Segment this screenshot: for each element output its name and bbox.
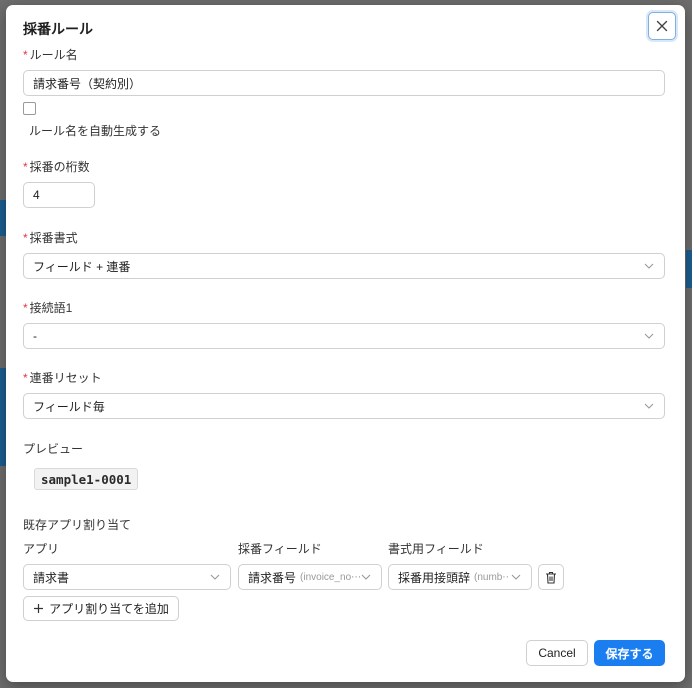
required-mark: * [23,48,28,62]
digits-value: 4 [33,188,40,202]
assignments-section-label: 既存アプリ割り当て [23,518,132,532]
reset-select[interactable]: フィールド毎 [23,393,665,419]
auto-generate-label: ルール名を自動生成する [29,124,162,138]
format-label: * 採番書式 [23,231,78,245]
delete-assignment-button[interactable] [538,564,564,590]
required-mark: * [23,231,28,245]
required-mark: * [23,301,28,315]
digits-label: * 採番の桁数 [23,160,90,174]
format-field-value: 採番用接頭辞 (numb⋯ [398,570,510,585]
connector-label: * 接続語1 [23,301,73,315]
save-button[interactable]: 保存する [594,640,665,666]
rule-name-label: * ルール名 [23,48,78,62]
numbering-field-select[interactable]: 請求番号 (invoice_no⋯ [238,564,382,590]
add-assignment-button[interactable]: アプリ割り当てを追加 [23,596,179,621]
chevron-down-icon [644,263,654,269]
format-field-column-header: 書式用フィールド [388,542,484,556]
auto-generate-checkbox[interactable] [23,102,36,115]
chevron-down-icon [361,574,371,580]
close-icon [656,20,668,32]
required-mark: * [23,371,28,385]
preview-code: sample1-0001 [34,468,139,490]
connector-select[interactable]: - [23,323,665,349]
reset-label: * 連番リセット [23,371,102,385]
reset-value: フィールド毎 [33,399,105,414]
chevron-down-icon [644,403,654,409]
trash-icon [546,571,556,584]
app-value: 請求書 [33,570,70,585]
numbering-rule-dialog: 採番ルール * ルール名 請求番号（契約別） ルール名を自動生成する * 採番の桁数… [6,5,685,682]
close-button[interactable] [648,12,676,40]
numbering-field-value: 請求番号 (invoice_no⋯ [248,570,360,585]
required-mark: * [23,160,28,174]
preview-label: プレビュー [23,442,84,456]
chevron-down-icon [210,574,220,580]
plus-icon [34,604,44,613]
background-page-strip [686,250,692,288]
add-assignment-label: アプリ割り当てを追加 [49,602,169,616]
app-select[interactable]: 請求書 [23,564,231,590]
format-field-select[interactable]: 採番用接頭辞 (numb⋯ [388,564,532,590]
cancel-button[interactable]: Cancel [526,640,588,666]
app-column-header: アプリ [23,542,60,556]
rule-name-input[interactable]: 請求番号（契約別） [23,70,665,96]
chevron-down-icon [644,333,654,339]
format-value: フィールド + 連番 [33,259,131,274]
format-select[interactable]: フィールド + 連番 [23,253,665,279]
numbering-field-column-header: 採番フィールド [238,542,322,556]
chevron-down-icon [511,574,521,580]
dialog-title: 採番ルール [23,21,93,37]
connector-value: - [33,329,37,343]
rule-name-value: 請求番号（契約別） [33,76,142,91]
digits-input[interactable]: 4 [23,182,95,208]
